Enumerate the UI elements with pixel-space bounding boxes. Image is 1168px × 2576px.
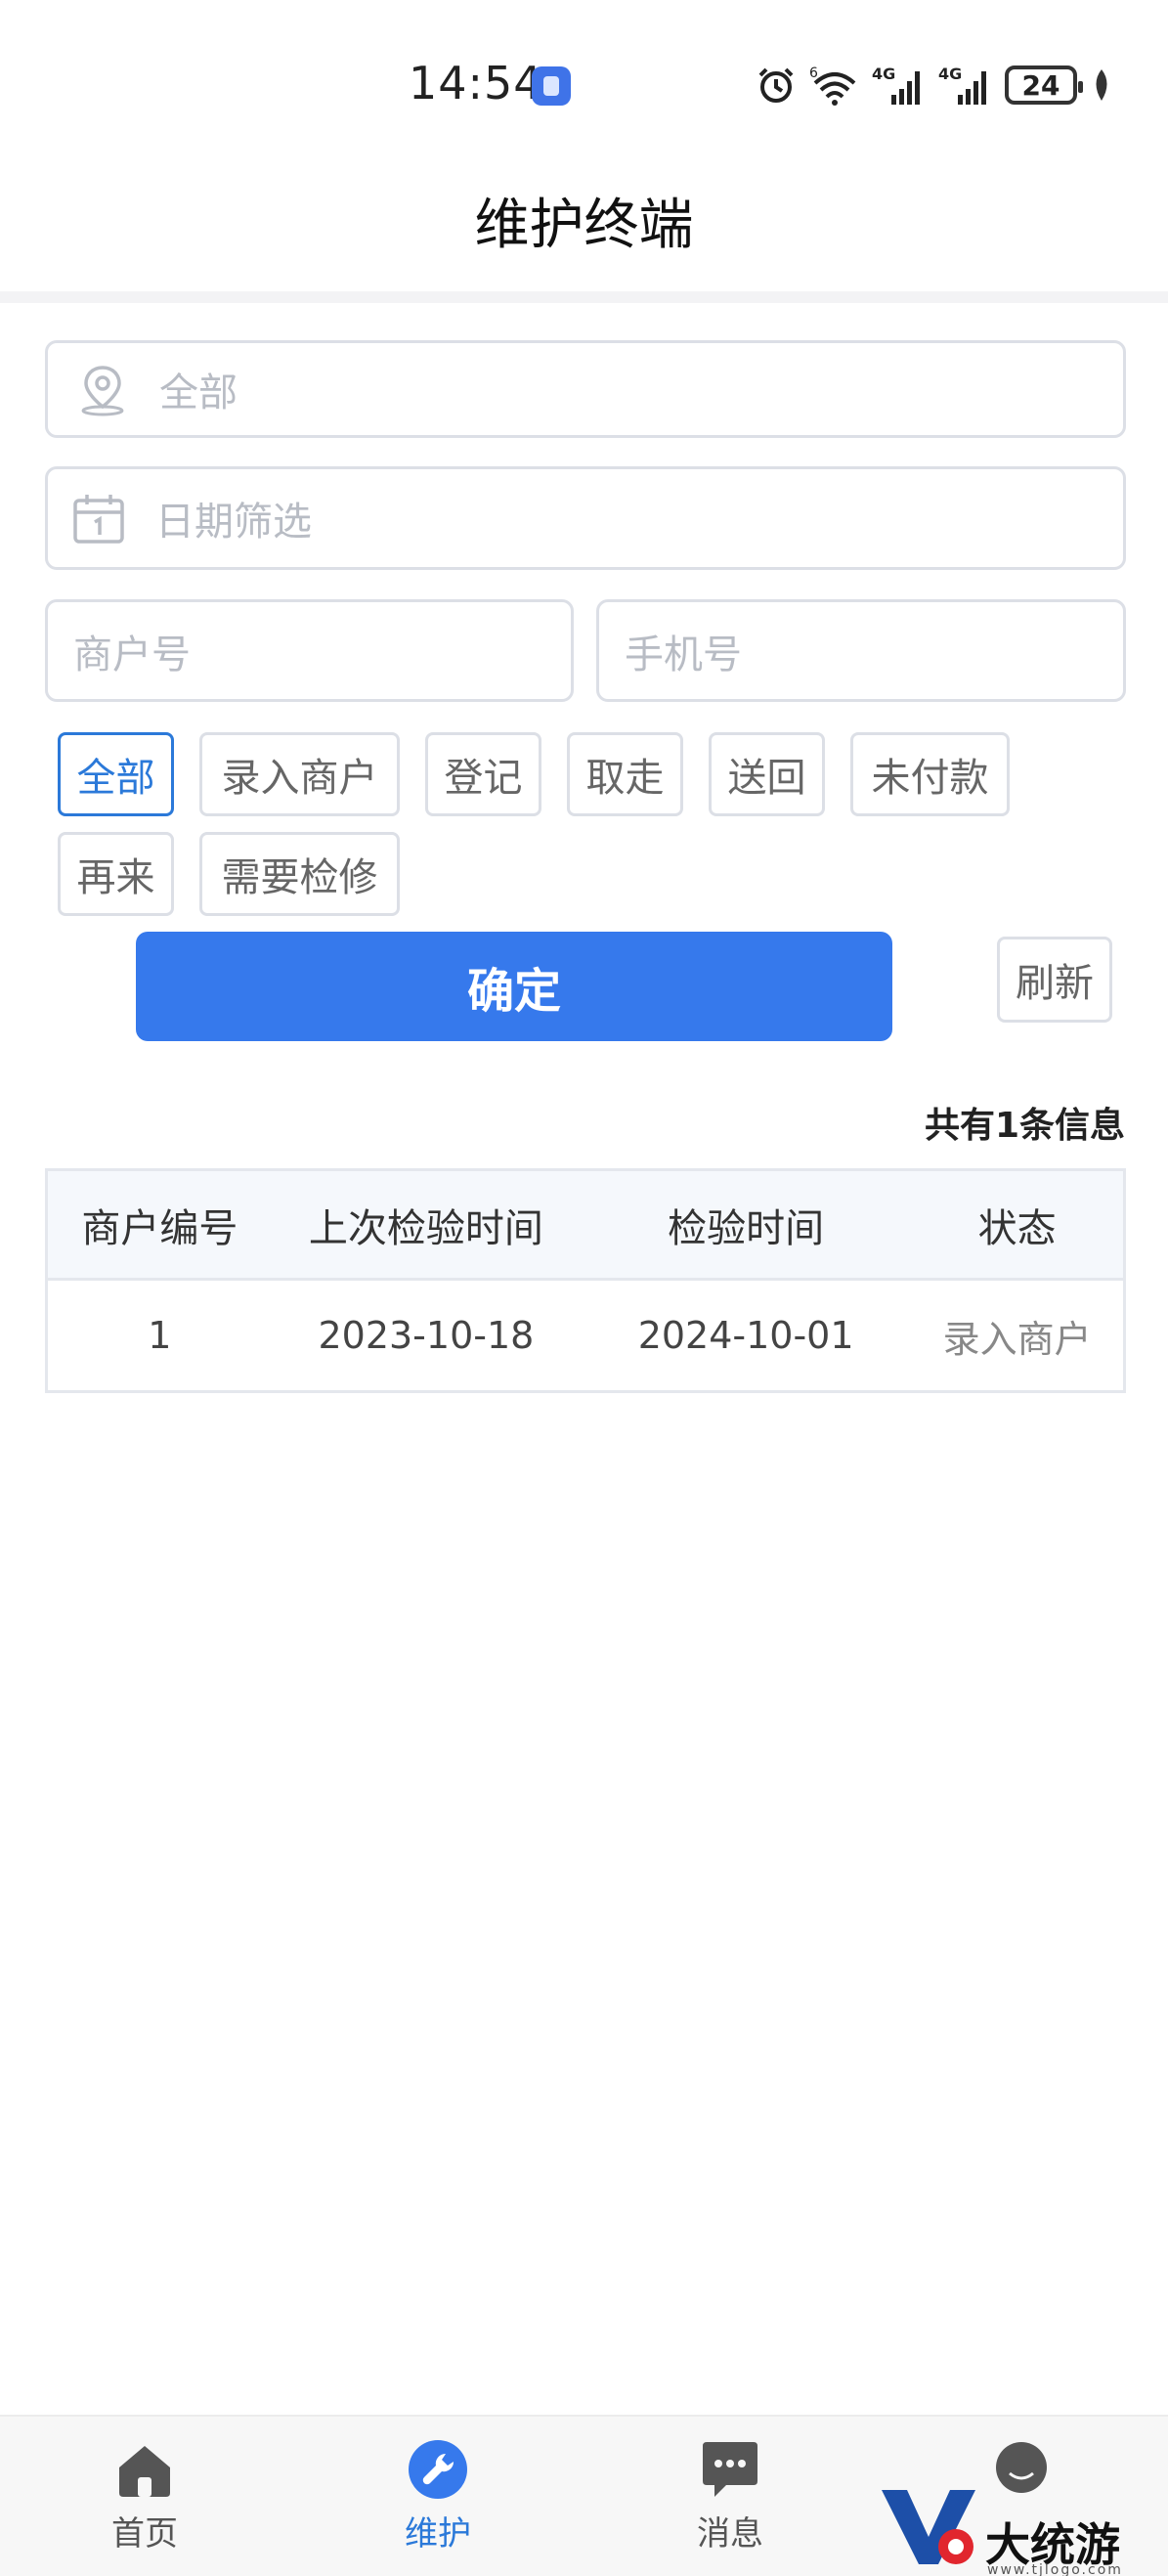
header: 维护终端: [0, 147, 1168, 293]
region-placeholder: 全部: [159, 371, 238, 415]
watermark-url: www.tjlogo.com: [987, 2562, 1123, 2576]
nav-label-messages: 消息: [697, 2514, 763, 2554]
header-divider: [0, 291, 1168, 303]
nav-item-maintenance[interactable]: 维护: [360, 2438, 516, 2554]
result-count: 共有1条信息: [924, 1106, 1125, 1146]
battery-icon: 24: [1005, 65, 1083, 105]
status-chip-come-again[interactable]: 再来: [58, 832, 174, 916]
date-filter-field[interactable]: 日期筛选: [45, 466, 1126, 570]
cell-last-inspection: 2023-10-18: [318, 1314, 535, 1357]
status-chip-merchant-entry[interactable]: 录入商户: [199, 732, 400, 816]
app-badge-icon: [532, 66, 571, 106]
network-label-1: 4G: [872, 65, 895, 83]
wifi-icon: 6: [809, 64, 860, 107]
nav-item-messages[interactable]: 消息: [652, 2438, 808, 2554]
status-time: 14:54: [409, 57, 543, 109]
leaf-icon: [1089, 65, 1114, 105]
column-header-status: 状态: [977, 1205, 1057, 1251]
refresh-button[interactable]: 刷新: [997, 937, 1112, 1023]
status-chip-unpaid[interactable]: 未付款: [850, 732, 1010, 816]
wrench-icon: [409, 2440, 467, 2499]
phone-number-placeholder: 手机号: [625, 632, 742, 677]
column-header-inspection-time: 检验时间: [668, 1205, 825, 1251]
nav-label-home: 首页: [111, 2514, 178, 2554]
watermark-logo: 大统游戏园 www.tjlogo.com: [878, 2478, 1161, 2576]
nav-label-maintenance: 维护: [405, 2514, 471, 2554]
page-title: 维护终端: [474, 193, 694, 257]
cell-status: 录入商户: [942, 1317, 1092, 1361]
nav-item-home[interactable]: 首页: [66, 2438, 223, 2554]
cell-inspection-time: 2024-10-01: [637, 1314, 854, 1357]
status-icons: 6 4G 4G 24: [755, 61, 1114, 109]
status-chip-returned[interactable]: 送回: [709, 732, 825, 816]
table-header: 商户编号 上次检验时间 检验时间 状态: [48, 1171, 1123, 1281]
signal-4g-icon: 4G: [938, 64, 993, 107]
watermark-emblem-icon: [882, 2490, 975, 2564]
results-table: 商户编号 上次检验时间 检验时间 状态 1 2023-10-18 2024-10…: [45, 1168, 1126, 1393]
calendar-icon: [71, 491, 126, 546]
wifi-sup: 6: [809, 65, 818, 81]
home-icon: [119, 2446, 170, 2497]
column-header-last-inspection: 上次检验时间: [308, 1205, 543, 1251]
merchant-number-input[interactable]: 商户号: [45, 599, 574, 702]
cell-merchant-id: 1: [148, 1314, 172, 1357]
signal-4g-icon: 4G: [872, 64, 927, 107]
confirm-button[interactable]: 确定: [136, 932, 892, 1041]
date-filter-placeholder: 日期筛选: [155, 500, 312, 545]
status-chip-picked-up[interactable]: 取走: [567, 732, 683, 816]
region-selector[interactable]: 全部: [45, 340, 1126, 438]
network-label-2: 4G: [938, 65, 962, 83]
status-bar: 14:54 6 4G 4G 24: [0, 0, 1168, 147]
status-chip-all[interactable]: 全部: [58, 732, 174, 816]
phone-number-input[interactable]: 手机号: [596, 599, 1126, 702]
alarm-icon: [755, 64, 798, 107]
table-row[interactable]: 1 2023-10-18 2024-10-01 录入商户: [48, 1281, 1123, 1390]
location-pin-icon: [75, 362, 130, 416]
column-header-merchant-id: 商户编号: [81, 1205, 238, 1251]
message-icon: [703, 2442, 757, 2497]
status-chip-registered[interactable]: 登记: [425, 732, 541, 816]
status-chip-needs-repair[interactable]: 需要检修: [199, 832, 400, 916]
merchant-number-placeholder: 商户号: [73, 632, 191, 677]
